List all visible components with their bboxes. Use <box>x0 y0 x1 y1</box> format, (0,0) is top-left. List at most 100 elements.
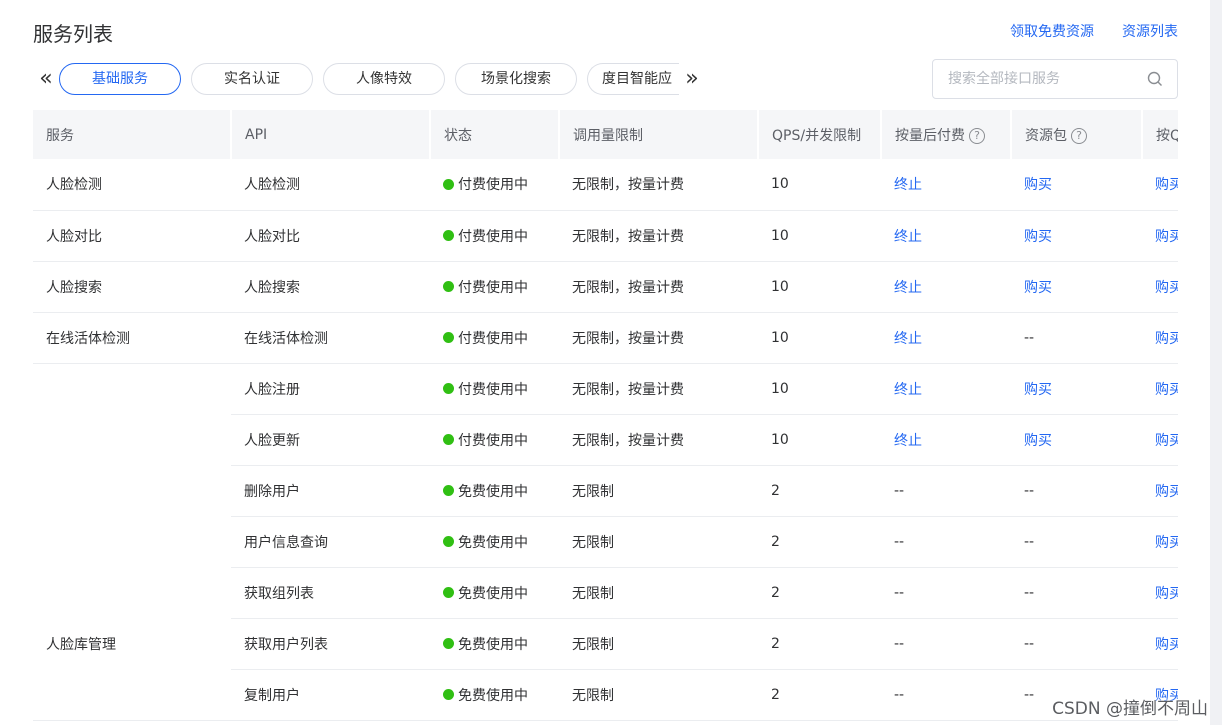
service-cell-text: 在线活体检测 <box>46 330 130 347</box>
double-chevron-right-icon[interactable]: » <box>679 64 705 94</box>
terminate-link[interactable]: 终止 <box>894 280 922 296</box>
last-cell: 购买 <box>1142 567 1178 619</box>
status-text: 付费使用中 <box>458 279 528 296</box>
status-badge: 付费使用中 <box>443 328 528 348</box>
search-icon[interactable] <box>1147 71 1163 87</box>
column-header-call-limit: 调用量限制 <box>559 110 759 159</box>
service-cell <box>33 567 231 618</box>
buy-link[interactable]: 购买 <box>1155 229 1178 245</box>
buy-link[interactable]: 购买 <box>1024 229 1052 245</box>
table-row: 复制用户免费使用中无限制2----购买 <box>33 669 1178 721</box>
qps-cell-text: 10 <box>771 227 789 244</box>
service-list-panel: 服务列表 领取免费资源 资源列表 « 基础服务 实名认证 人像特效 场景化搜索 … <box>0 0 1210 725</box>
call-limit-cell: 无限制 <box>559 669 758 721</box>
postpaid-cell: -- <box>881 465 1011 517</box>
service-cell <box>33 414 231 465</box>
api-cell: 获取用户列表 <box>231 618 430 670</box>
column-header-postpaid: 按量后付费? <box>881 110 1012 159</box>
top-links: 领取免费资源 资源列表 <box>1010 21 1178 41</box>
watermark: CSDN @撞倒不周山 <box>1052 699 1208 719</box>
terminate-link[interactable]: 终止 <box>894 177 922 193</box>
api-cell: 人脸检测 <box>231 159 430 211</box>
call-limit-cell-text: 无限制 <box>572 636 614 653</box>
buy-link[interactable]: 购买 <box>1155 637 1178 653</box>
service-category-tabs: « 基础服务 实名认证 人像特效 场景化搜索 度目智能应 » <box>33 62 713 96</box>
free-resources-link[interactable]: 领取免费资源 <box>1010 21 1094 41</box>
status-cell: 付费使用中 <box>430 210 559 262</box>
tabs-viewport: 基础服务 实名认证 人像特效 场景化搜索 度目智能应 <box>59 63 679 95</box>
column-header-package-label: 资源包 <box>1025 127 1067 144</box>
buy-link[interactable]: 购买 <box>1155 177 1178 193</box>
buy-link[interactable]: 购买 <box>1155 382 1178 398</box>
api-cell-text: 人脸搜索 <box>244 279 300 296</box>
service-cell <box>33 669 231 721</box>
terminate-link[interactable]: 终止 <box>894 229 922 245</box>
table-row: 人脸搜索 人脸搜索 付费使用中 无限制，按量计费 10 终止 购买 购买 <box>33 261 1178 313</box>
postpaid-cell: 终止 <box>881 414 1011 466</box>
postpaid-cell: -- <box>881 516 1011 568</box>
buy-link[interactable]: 购买 <box>1155 535 1178 551</box>
double-chevron-left-icon[interactable]: « <box>33 64 59 94</box>
postpaid-cell: -- <box>881 669 1011 721</box>
status-dot-icon <box>443 689 454 700</box>
resource-list-link[interactable]: 资源列表 <box>1122 21 1178 41</box>
service-cell: 人脸库管理 <box>33 618 231 669</box>
column-header-api: API <box>231 110 431 159</box>
table-row: 删除用户 免费使用中 无限制 2 -- -- 购买 <box>33 465 1178 517</box>
api-cell-text: 人脸注册 <box>244 381 300 398</box>
api-search-box <box>932 59 1178 99</box>
status-text: 付费使用中 <box>458 381 528 398</box>
buy-link[interactable]: 购买 <box>1155 331 1178 347</box>
buy-link[interactable]: 购买 <box>1155 433 1178 449</box>
terminate-link[interactable]: 终止 <box>894 433 922 449</box>
buy-link[interactable]: 购买 <box>1155 586 1178 602</box>
package-cell: 购买 <box>1011 363 1142 415</box>
call-limit-cell-text: 无限制，按量计费 <box>572 228 684 245</box>
postpaid-cell-text: -- <box>894 533 905 550</box>
page-background-edge <box>1210 0 1222 725</box>
status-dot-icon <box>443 485 454 496</box>
status-dot-icon <box>443 587 454 598</box>
api-cell: 用户信息查询 <box>231 516 430 568</box>
qps-cell-text: 2 <box>771 482 780 499</box>
buy-link[interactable]: 购买 <box>1024 280 1052 296</box>
service-cell <box>33 516 231 567</box>
buy-link[interactable]: 购买 <box>1024 382 1052 398</box>
qps-cell: 10 <box>758 363 881 415</box>
api-cell: 人脸搜索 <box>231 261 430 313</box>
package-cell-text: -- <box>1024 482 1035 499</box>
terminate-link[interactable]: 终止 <box>894 382 922 398</box>
service-cell <box>33 363 231 414</box>
status-badge: 免费使用中 <box>443 583 528 603</box>
tab-portrait-effects[interactable]: 人像特效 <box>323 63 445 95</box>
call-limit-cell-text: 无限制 <box>572 483 614 500</box>
package-cell: -- <box>1011 312 1142 364</box>
api-cell: 获取组列表 <box>231 567 430 619</box>
terminate-link[interactable]: 终止 <box>894 331 922 347</box>
api-cell: 人脸注册 <box>231 363 430 415</box>
buy-link[interactable]: 购买 <box>1024 177 1052 193</box>
last-cell: 购买 <box>1142 618 1178 670</box>
api-cell-text: 人脸更新 <box>244 432 300 449</box>
status-badge: 付费使用中 <box>443 174 528 194</box>
last-cell: 购买 <box>1142 516 1178 568</box>
tab-scenario-search[interactable]: 场景化搜索 <box>455 63 577 95</box>
qps-cell-text: 10 <box>771 278 789 295</box>
buy-link[interactable]: 购买 <box>1155 484 1178 500</box>
qps-cell-text: 10 <box>771 329 789 346</box>
status-cell: 免费使用中 <box>430 516 559 568</box>
search-input[interactable] <box>933 60 1133 98</box>
tab-dumu-smart-apps[interactable]: 度目智能应 <box>587 63 679 95</box>
postpaid-cell: 终止 <box>881 159 1011 211</box>
buy-link[interactable]: 购买 <box>1155 280 1178 296</box>
api-cell-text: 人脸检测 <box>244 177 300 194</box>
tab-basic-services[interactable]: 基础服务 <box>59 63 181 95</box>
tab-real-name-auth[interactable]: 实名认证 <box>191 63 313 95</box>
buy-link[interactable]: 购买 <box>1024 433 1052 449</box>
package-cell: -- <box>1011 465 1142 517</box>
help-icon[interactable]: ? <box>969 127 985 144</box>
status-dot-icon <box>443 383 454 394</box>
status-badge: 付费使用中 <box>443 277 528 297</box>
qps-cell-text: 10 <box>771 380 789 397</box>
help-icon[interactable]: ? <box>1071 127 1087 144</box>
